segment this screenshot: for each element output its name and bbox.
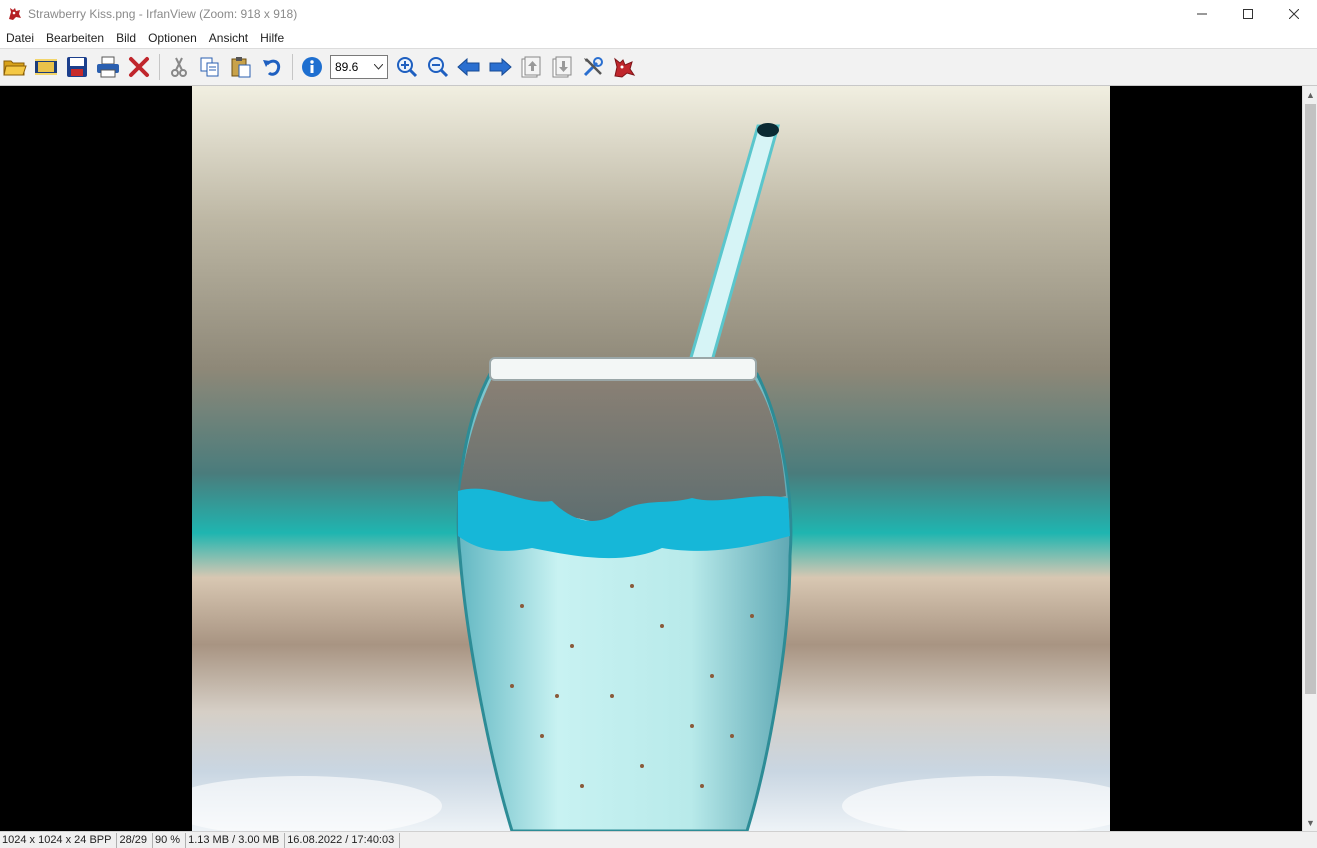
maximize-button[interactable] bbox=[1225, 0, 1271, 28]
undo-icon[interactable] bbox=[259, 54, 285, 80]
close-button[interactable] bbox=[1271, 0, 1317, 28]
toolbar: 89.6 bbox=[0, 48, 1317, 86]
scroll-up-icon[interactable]: ▲ bbox=[1303, 86, 1317, 103]
first-page-icon[interactable] bbox=[518, 54, 544, 80]
irfanview-app-icon[interactable] bbox=[7, 6, 23, 22]
scroll-down-icon[interactable]: ▼ bbox=[1303, 814, 1317, 831]
menu-datei[interactable]: Datei bbox=[0, 28, 40, 48]
paste-icon[interactable] bbox=[228, 54, 254, 80]
last-page-icon[interactable] bbox=[549, 54, 575, 80]
menu-bar: Datei Bearbeiten Bild Optionen Ansicht H… bbox=[0, 28, 1317, 48]
title-bar: Strawberry Kiss.png - IrfanView (Zoom: 9… bbox=[0, 0, 1317, 28]
chevron-down-icon bbox=[374, 64, 383, 70]
scroll-thumb[interactable] bbox=[1305, 104, 1316, 694]
previous-arrow-icon[interactable] bbox=[456, 54, 482, 80]
save-icon[interactable] bbox=[64, 54, 90, 80]
irfanview-cat-icon[interactable] bbox=[611, 54, 637, 80]
status-dimensions: 1024 x 1024 x 24 BPP bbox=[0, 832, 118, 848]
window-title: Strawberry Kiss.png - IrfanView (Zoom: 9… bbox=[28, 7, 298, 21]
menu-bearbeiten[interactable]: Bearbeiten bbox=[40, 28, 110, 48]
settings-tools-icon[interactable] bbox=[580, 54, 606, 80]
open-folder-icon[interactable] bbox=[2, 54, 28, 80]
toolbar-separator bbox=[159, 54, 160, 80]
copy-icon[interactable] bbox=[197, 54, 223, 80]
delete-icon[interactable] bbox=[126, 54, 152, 80]
print-icon[interactable] bbox=[95, 54, 121, 80]
menu-bild[interactable]: Bild bbox=[110, 28, 142, 48]
displayed-image bbox=[192, 86, 1110, 831]
status-bar: 1024 x 1024 x 24 BPP 28/29 90 % 1.13 MB … bbox=[0, 831, 1317, 848]
slideshow-icon[interactable] bbox=[33, 54, 59, 80]
cut-icon[interactable] bbox=[166, 54, 192, 80]
menu-optionen[interactable]: Optionen bbox=[142, 28, 203, 48]
zoom-combobox[interactable]: 89.6 bbox=[330, 55, 388, 79]
zoom-in-icon[interactable] bbox=[394, 54, 420, 80]
toolbar-separator bbox=[292, 54, 293, 80]
status-zoom: 90 % bbox=[153, 832, 187, 848]
status-size: 1.13 MB / 3.00 MB bbox=[186, 832, 286, 848]
next-arrow-icon[interactable] bbox=[487, 54, 513, 80]
zoom-value: 89.6 bbox=[335, 60, 359, 74]
zoom-out-icon[interactable] bbox=[425, 54, 451, 80]
image-viewer[interactable] bbox=[0, 86, 1302, 831]
menu-hilfe[interactable]: Hilfe bbox=[254, 28, 290, 48]
vertical-scrollbar[interactable]: ▲ ▼ bbox=[1302, 86, 1317, 831]
minimize-button[interactable] bbox=[1179, 0, 1225, 28]
status-date: 16.08.2022 / 17:40:03 bbox=[285, 832, 401, 848]
status-index: 28/29 bbox=[117, 832, 153, 848]
menu-ansicht[interactable]: Ansicht bbox=[203, 28, 254, 48]
info-icon[interactable] bbox=[299, 54, 325, 80]
